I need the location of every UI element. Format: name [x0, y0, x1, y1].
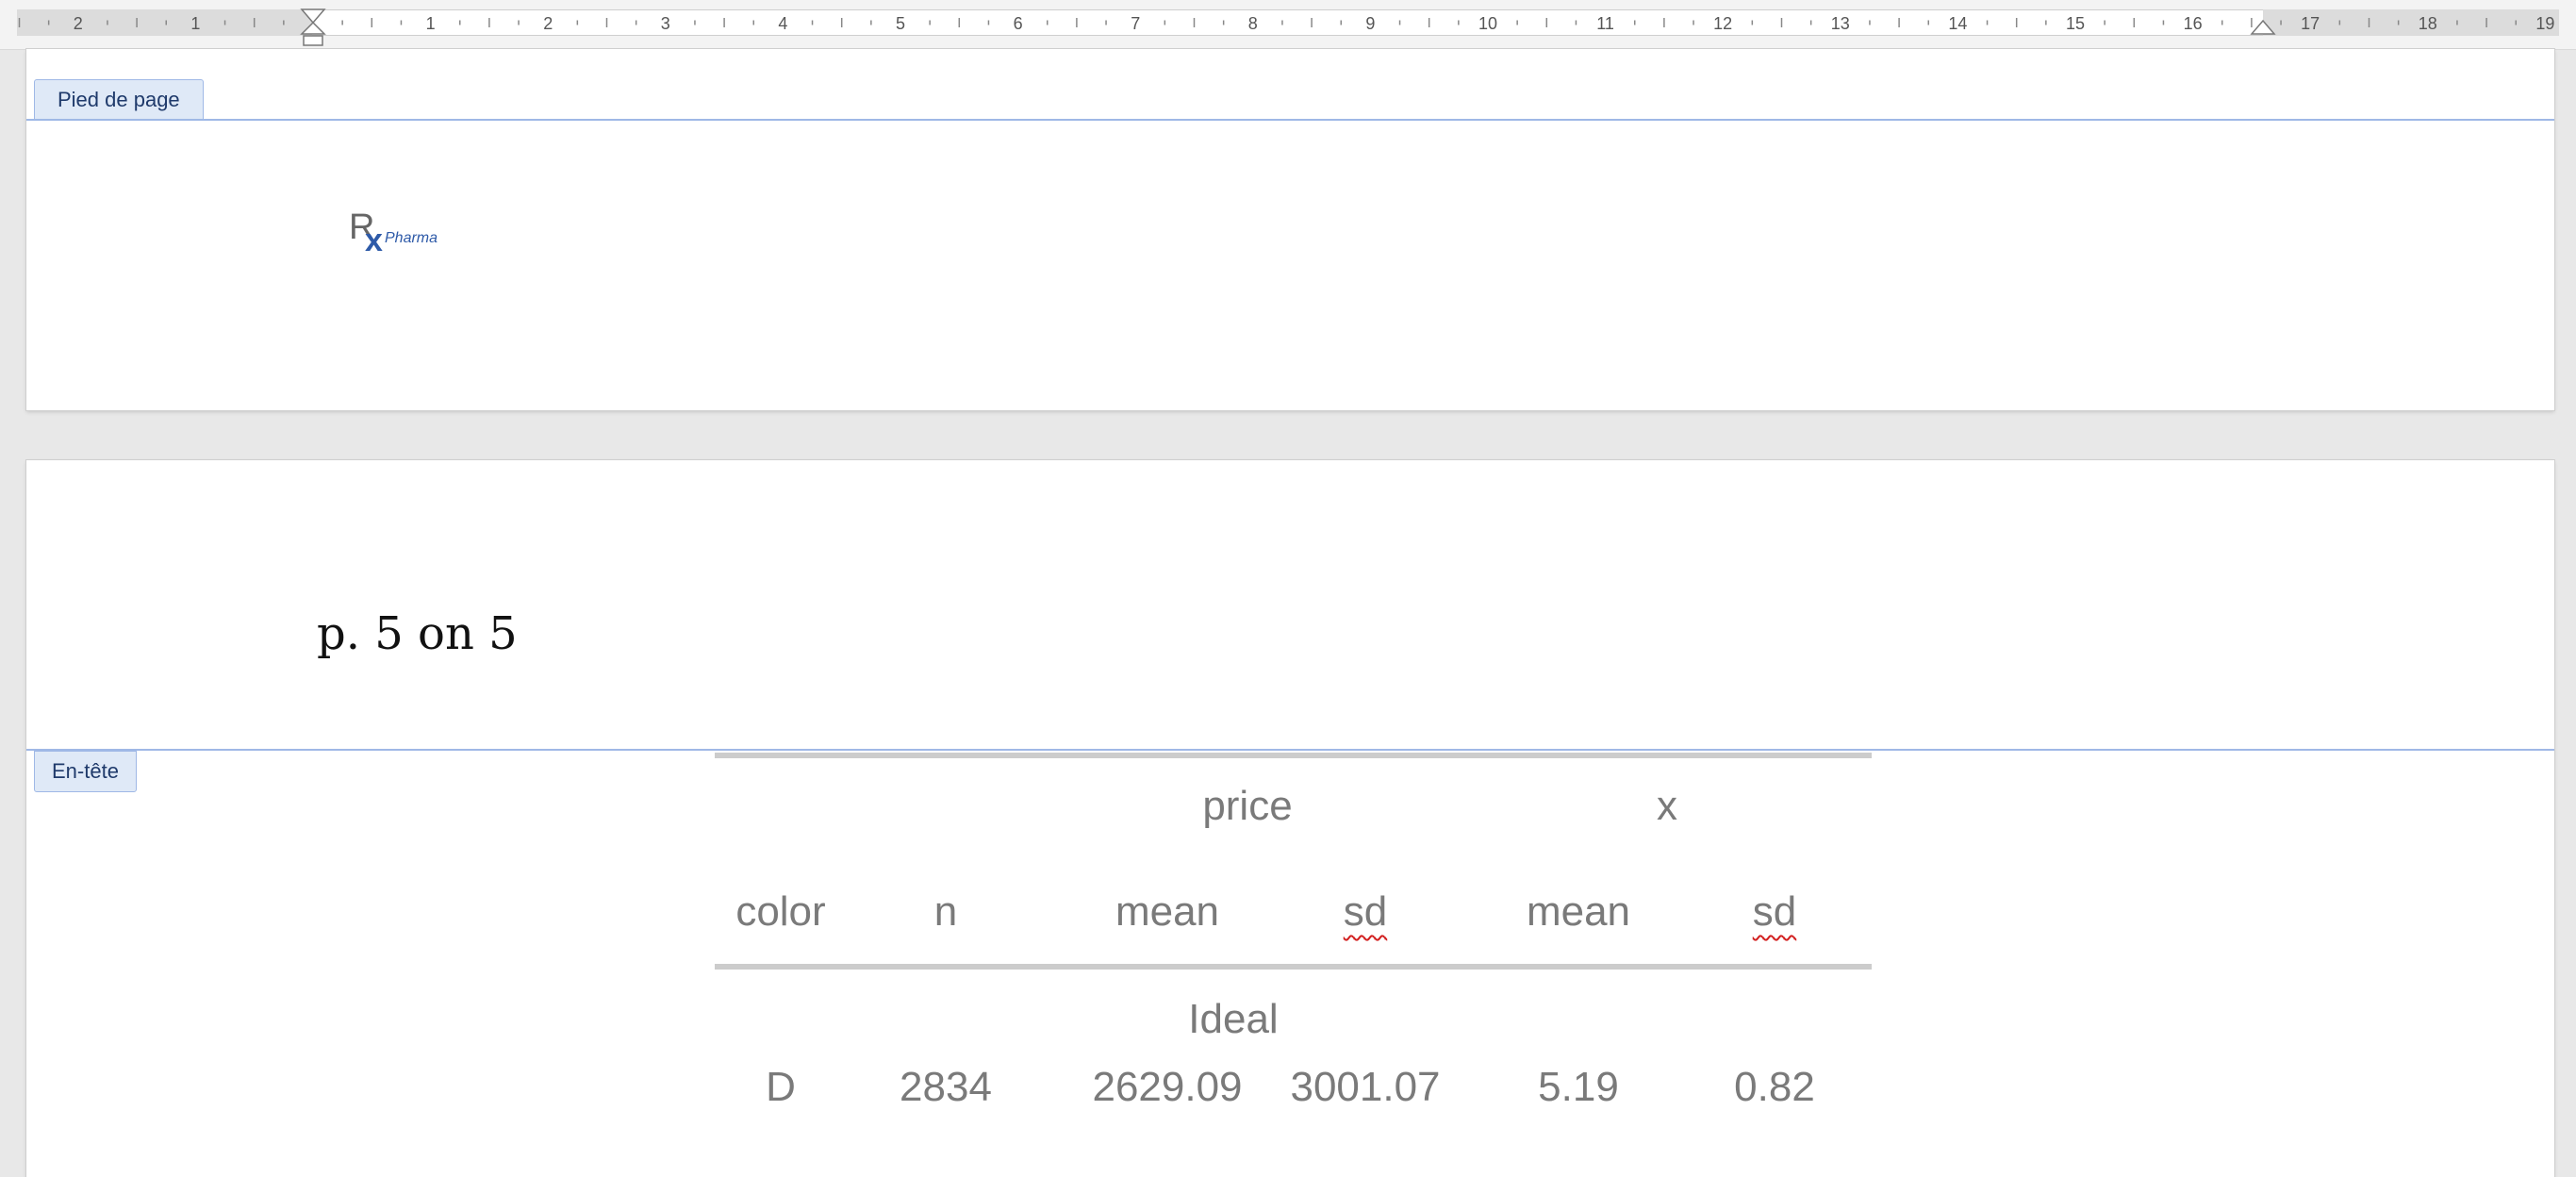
header-boundary-line — [26, 749, 2554, 751]
page-current[interactable]: p. 5 on 5 En-tête price x color n mean s… — [26, 460, 2554, 1177]
ruler-number: 2 — [543, 14, 553, 33]
ruler-number: 16 — [2184, 14, 2203, 33]
table-cell: 5.19 — [1538, 1064, 1619, 1110]
right-indent-marker[interactable] — [2250, 19, 2276, 38]
ruler-number: 7 — [1131, 14, 1140, 33]
horizontal-ruler[interactable]: 2 1 1 2 3 4 5 6 7 8 9 10 11 12 13 14 15 16 17 18 19 — [0, 0, 2576, 50]
ruler-number: 19 — [2535, 14, 2554, 33]
ruler-number: 1 — [190, 14, 200, 33]
ruler-ticks: 2 1 1 2 3 4 5 6 7 8 9 10 11 12 13 14 15 16 17 18 19 — [18, 14, 2554, 33]
table-cell: 3001.07 — [1290, 1064, 1441, 1110]
ruler-number: 2 — [74, 14, 83, 33]
ruler-number: 6 — [1014, 14, 1023, 33]
ruler-number: 13 — [1831, 14, 1850, 33]
page-number: p. 5 on 5 — [317, 607, 518, 660]
group-header-price: price — [1202, 783, 1293, 829]
rx-pharma-logo: R x Pharma — [349, 207, 438, 258]
column-header-x-sd: sd — [1752, 888, 1797, 935]
ruler-number: 14 — [1948, 14, 1967, 33]
ruler-number: 18 — [2419, 14, 2437, 33]
group-header-x: x — [1657, 783, 1677, 829]
table-group-label: Ideal — [1188, 996, 1279, 1042]
ruler-number: 1 — [426, 14, 436, 33]
table-top-rule — [715, 753, 1872, 758]
ruler-number: 15 — [2066, 14, 2085, 33]
table-cell: D — [766, 1064, 796, 1110]
column-header-color: color — [735, 888, 826, 935]
ruler-number: 4 — [778, 14, 787, 33]
ruler-number: 5 — [896, 14, 905, 33]
ruler-number: 12 — [1713, 14, 1732, 33]
table-cell: 2629.09 — [1092, 1064, 1243, 1110]
column-header-price-mean: mean — [1115, 888, 1220, 935]
page-previous-footer-area[interactable]: Pied de page R x Pharma — [26, 49, 2554, 410]
ruler-number: 8 — [1248, 14, 1258, 33]
footer-boundary-line — [26, 119, 2554, 121]
header-tag[interactable]: En-tête — [34, 751, 137, 792]
column-header-n: n — [933, 888, 958, 935]
ruler-number: 17 — [2301, 14, 2320, 33]
table-cell: 2834 — [900, 1064, 992, 1110]
ruler-number: 10 — [1478, 14, 1497, 33]
column-header-price-sd: sd — [1343, 888, 1388, 935]
ruler-number: 3 — [661, 14, 670, 33]
ruler-number: 11 — [1596, 14, 1614, 33]
ruler-number: 9 — [1365, 14, 1375, 33]
table-cell: 0.82 — [1734, 1064, 1815, 1110]
footer-tag[interactable]: Pied de page — [34, 79, 204, 121]
table-header-rule — [715, 964, 1872, 970]
column-header-x-mean: mean — [1526, 888, 1631, 935]
first-line-indent-marker[interactable] — [300, 8, 326, 49]
